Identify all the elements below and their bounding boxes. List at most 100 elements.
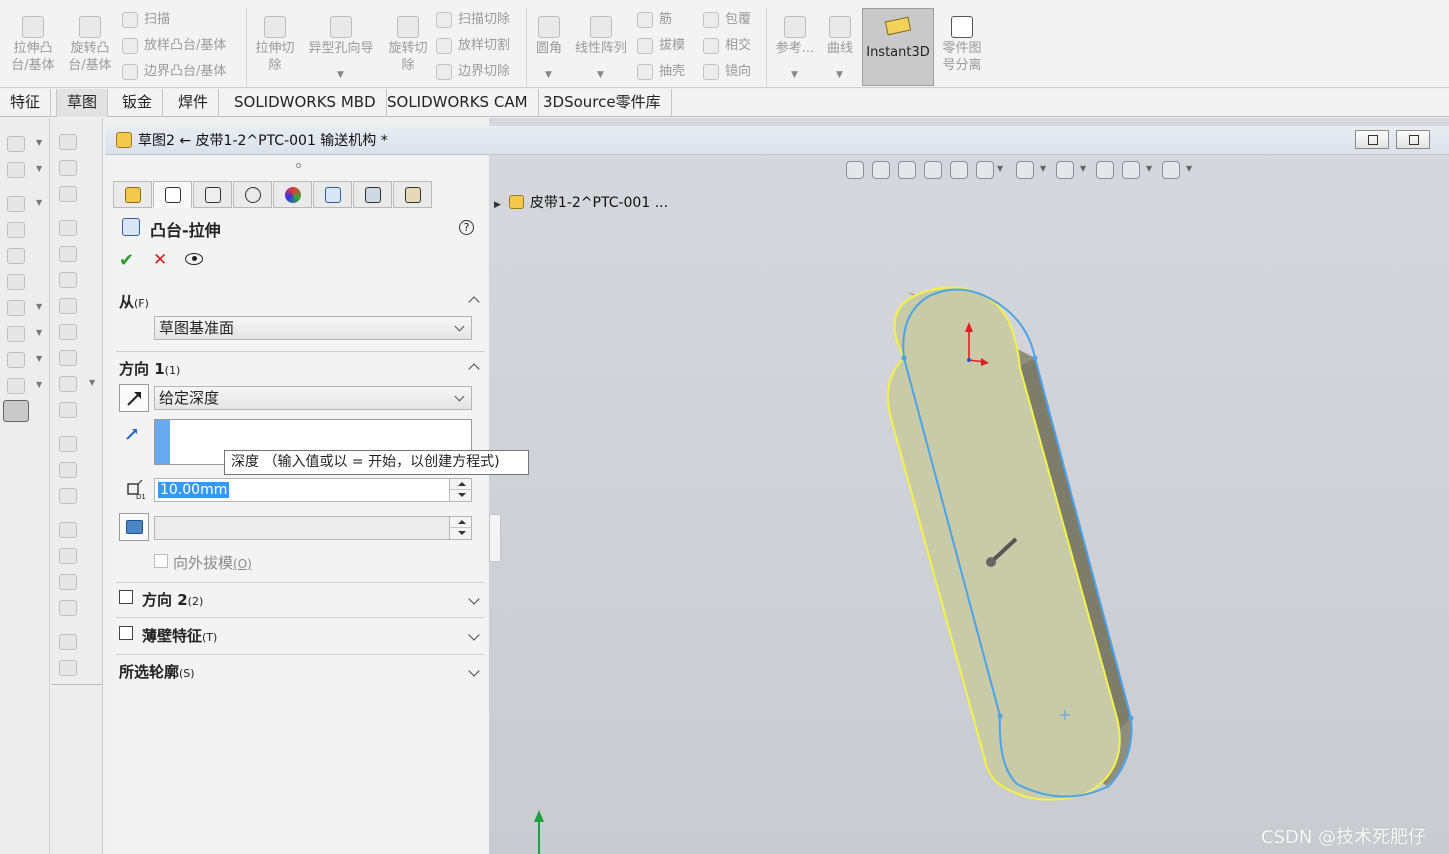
shell-button[interactable]: 抽壳 <box>637 62 685 82</box>
apply-scene-dropdown-icon[interactable]: ▼ <box>1146 164 1152 173</box>
draft-toggle-button[interactable] <box>119 513 149 541</box>
preview-eye-icon[interactable] <box>185 253 203 265</box>
mirror-button[interactable]: 镜向 <box>703 62 751 82</box>
tree-expand-icon[interactable]: ▶ <box>494 200 501 210</box>
depth-spin-down-button[interactable] <box>449 490 471 501</box>
pattern-side-icon[interactable] <box>7 326 25 342</box>
feature-tree-root[interactable]: ▶ 皮带1-2^PTC-001 ... <box>494 192 668 212</box>
flex-side-icon[interactable] <box>59 350 77 366</box>
shell-side-icon[interactable] <box>7 248 25 264</box>
draft-outward-checkbox[interactable] <box>154 554 168 568</box>
heal-side-icon[interactable] <box>59 548 77 564</box>
extruded-boss-button[interactable]: 拉伸凸 台/基体 <box>5 12 61 74</box>
section-from-header[interactable]: 从(F) <box>119 291 149 312</box>
reverse-direction-button[interactable] <box>119 384 149 412</box>
tab-mbd[interactable]: SOLIDWORKS MBD <box>224 89 387 117</box>
panel-grip-icon[interactable] <box>296 163 301 168</box>
wrap-side-icon[interactable] <box>59 246 77 262</box>
tab-sheet-metal[interactable]: 钣金 <box>112 89 164 117</box>
thicken-side-icon[interactable] <box>59 600 77 616</box>
cam-feature-tree-tab[interactable] <box>313 181 352 208</box>
property-manager-tab[interactable] <box>153 181 192 208</box>
section-thin-feature-expand-icon[interactable] <box>468 631 480 643</box>
cancel-button[interactable]: ✕ <box>153 250 167 270</box>
section-direction2-header[interactable]: 方向 2(2) <box>142 589 203 610</box>
curve-pattern-side-icon[interactable] <box>59 488 77 504</box>
hole-wizard-button[interactable]: 异型孔向导 <box>304 12 378 57</box>
section-selected-contours-expand-icon[interactable] <box>468 667 480 679</box>
revolved-cut-button[interactable]: 旋转切 除 <box>380 12 436 74</box>
boundary-cut-button[interactable]: 边界切除 <box>436 62 510 82</box>
sweep-button[interactable]: 扫描 <box>122 10 170 30</box>
fillet-side-icon[interactable] <box>7 300 25 316</box>
restore-pane-button[interactable] <box>1355 130 1389 149</box>
wrap-button[interactable]: 包覆 <box>703 10 751 30</box>
loft-button[interactable]: 放样凸台/基体 <box>122 36 226 56</box>
apply-scene-icon[interactable] <box>1122 161 1140 179</box>
part-split-button[interactable]: 零件图 号分离 <box>935 12 989 74</box>
section-view-icon[interactable] <box>924 161 942 179</box>
linear-pattern-button[interactable]: 线性阵列 <box>569 12 633 57</box>
ok-button[interactable]: ✔ <box>119 250 134 271</box>
cam-operation-tree-tab[interactable] <box>353 181 392 208</box>
edit-appearance-icon[interactable] <box>1096 161 1114 179</box>
direction2-checkbox[interactable] <box>119 590 133 604</box>
tab-features[interactable]: 特征 <box>0 89 52 117</box>
help-icon[interactable]: ? <box>459 220 474 235</box>
hide-show-icon[interactable] <box>1056 161 1074 179</box>
draft-button[interactable]: 拔模 <box>637 36 685 56</box>
scale-side-icon[interactable] <box>59 462 77 478</box>
revolve-icon[interactable] <box>7 162 25 178</box>
delete-body-side-icon[interactable] <box>59 522 77 538</box>
tab-sketch[interactable]: 草图 <box>56 89 109 117</box>
cavity-side-icon[interactable] <box>59 634 77 650</box>
view-settings-icon[interactable] <box>1162 161 1180 179</box>
section-from-collapse-icon[interactable] <box>468 294 480 306</box>
reference-geometry-dropdown-icon[interactable]: ▼ <box>791 70 798 80</box>
draft-angle-input[interactable] <box>154 516 472 540</box>
split-side-icon[interactable] <box>59 272 77 288</box>
dome-side-icon[interactable] <box>59 220 77 236</box>
sweep-side-icon[interactable] <box>59 134 77 150</box>
configuration-manager-tab[interactable] <box>193 181 232 208</box>
maximize-pane-button[interactable] <box>1396 130 1430 149</box>
combine-side-icon[interactable] <box>59 324 77 340</box>
display-style-dropdown-icon[interactable]: ▼ <box>1040 164 1046 173</box>
curves-dropdown-icon[interactable]: ▼ <box>836 70 843 80</box>
rib-button[interactable]: 筋 <box>637 10 672 30</box>
boundary-boss-button[interactable]: 边界凸台/基体 <box>122 62 226 82</box>
mirror-side-icon[interactable] <box>59 436 77 452</box>
dynamic-annotation-icon[interactable] <box>950 161 968 179</box>
tab-cam[interactable]: SOLIDWORKS CAM <box>377 89 539 117</box>
instant3d-button[interactable]: Instant3D <box>862 8 934 86</box>
fillet-dropdown-icon[interactable]: ▼ <box>545 70 552 80</box>
hole-wizard-dropdown-icon[interactable]: ▼ <box>337 70 344 80</box>
extruded-cut-button[interactable]: 拉伸切 除 <box>247 12 303 74</box>
section-selected-contours-header[interactable]: 所选轮廓(S) <box>119 661 195 682</box>
indent-side-icon[interactable] <box>59 376 77 392</box>
thin-feature-checkbox[interactable] <box>119 626 133 640</box>
boundary-side-icon[interactable] <box>59 160 77 176</box>
body-side-icon[interactable] <box>59 660 77 676</box>
section-direction2-expand-icon[interactable] <box>468 595 480 607</box>
reference-side-icon[interactable] <box>7 352 25 368</box>
previous-view-icon[interactable] <box>898 161 916 179</box>
end-condition-select[interactable]: 给定深度 <box>154 386 472 410</box>
zoom-to-area-icon[interactable] <box>872 161 890 179</box>
view-orientation-icon[interactable] <box>976 161 994 179</box>
freeform-side-icon[interactable] <box>59 402 77 418</box>
rib-side-icon[interactable] <box>7 274 25 290</box>
depth-spin-up-button[interactable] <box>449 479 471 490</box>
view-orientation-dropdown-icon[interactable]: ▼ <box>997 164 1003 173</box>
linear-pattern-dropdown-icon[interactable]: ▼ <box>597 70 604 80</box>
section-direction1-header[interactable]: 方向 1(1) <box>119 358 180 379</box>
intersect-button[interactable]: 相交 <box>703 36 751 56</box>
hide-show-dropdown-icon[interactable]: ▼ <box>1080 164 1086 173</box>
panel-splitter-handle[interactable] <box>489 514 501 562</box>
dimxpert-manager-tab[interactable] <box>233 181 272 208</box>
instant3d-side-icon[interactable] <box>3 400 29 422</box>
move-face-side-icon[interactable] <box>59 298 77 314</box>
section-direction1-collapse-icon[interactable] <box>468 361 480 373</box>
start-condition-select[interactable]: 草图基准面 <box>154 316 472 340</box>
curve-side-icon[interactable] <box>7 378 25 394</box>
